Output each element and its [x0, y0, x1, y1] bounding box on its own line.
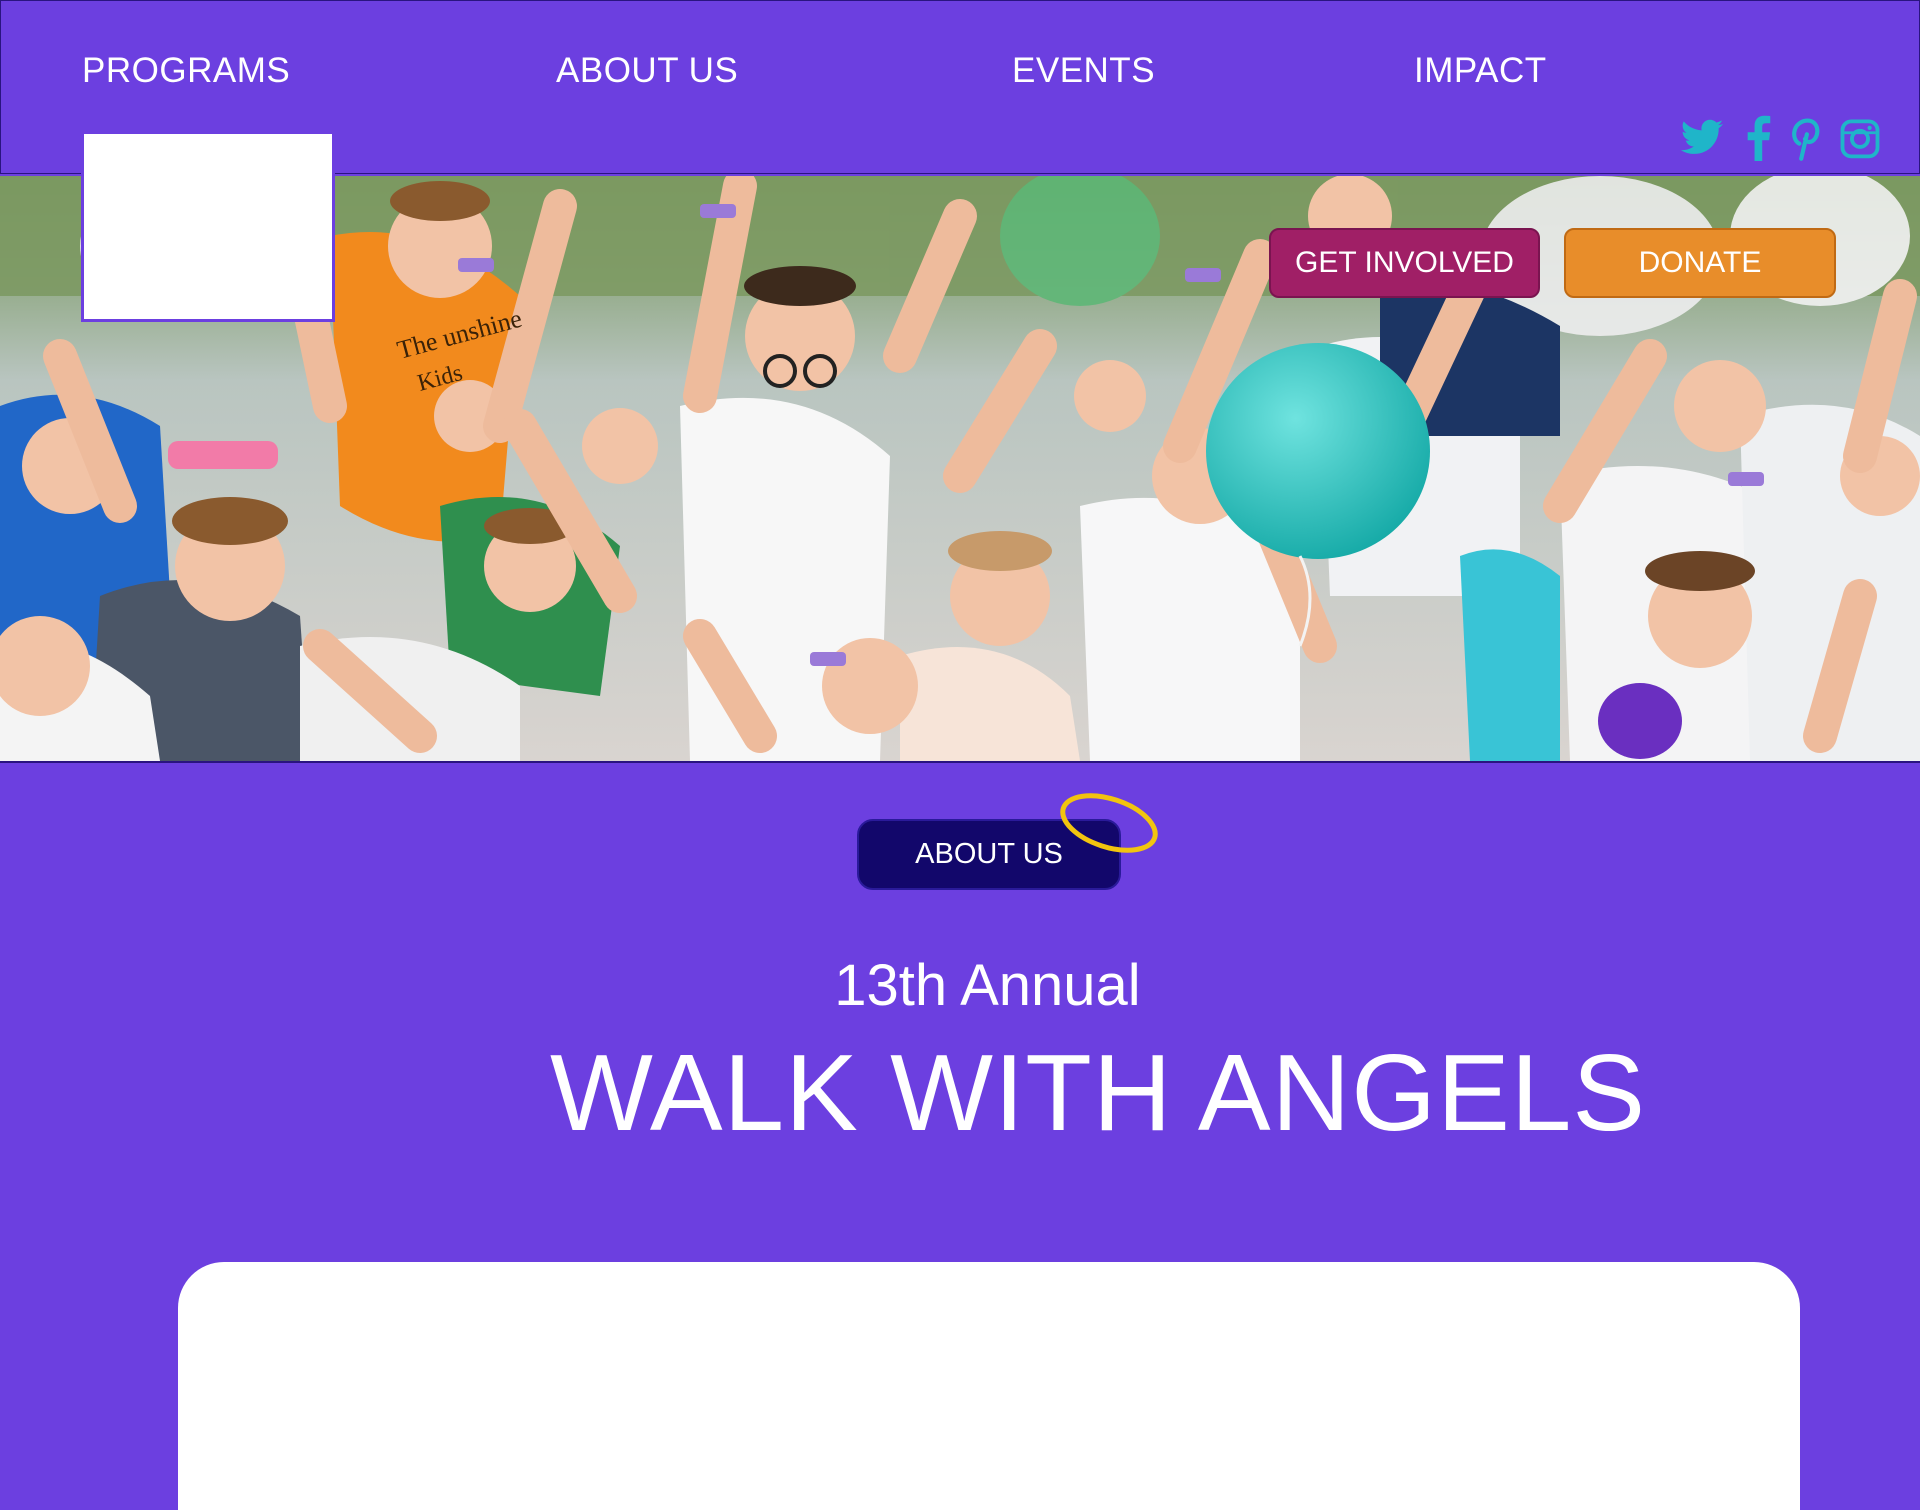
event-title: WALK WITH ANGELS	[550, 1032, 1647, 1154]
facebook-icon[interactable]	[1744, 115, 1772, 165]
content-card	[178, 1262, 1800, 1510]
event-subtitle: 13th Annual	[834, 953, 1141, 1018]
halo-icon	[1060, 793, 1158, 853]
pinterest-icon[interactable]	[1788, 115, 1822, 165]
page: PROGRAMS ABOUT US EVENTS IMPACT The unsh…	[0, 0, 1920, 1510]
nav-impact[interactable]: IMPACT	[1414, 51, 1547, 91]
get-involved-button[interactable]: GET INVOLVED	[1269, 228, 1540, 298]
nav-about-us[interactable]: ABOUT US	[556, 51, 738, 91]
donate-button[interactable]: DONATE	[1564, 228, 1836, 298]
instagram-icon[interactable]	[1839, 115, 1881, 165]
nav-events[interactable]: EVENTS	[1012, 51, 1155, 91]
nav-programs[interactable]: PROGRAMS	[82, 51, 290, 91]
twitter-icon[interactable]	[1678, 115, 1726, 165]
logo-placeholder[interactable]	[81, 131, 335, 322]
